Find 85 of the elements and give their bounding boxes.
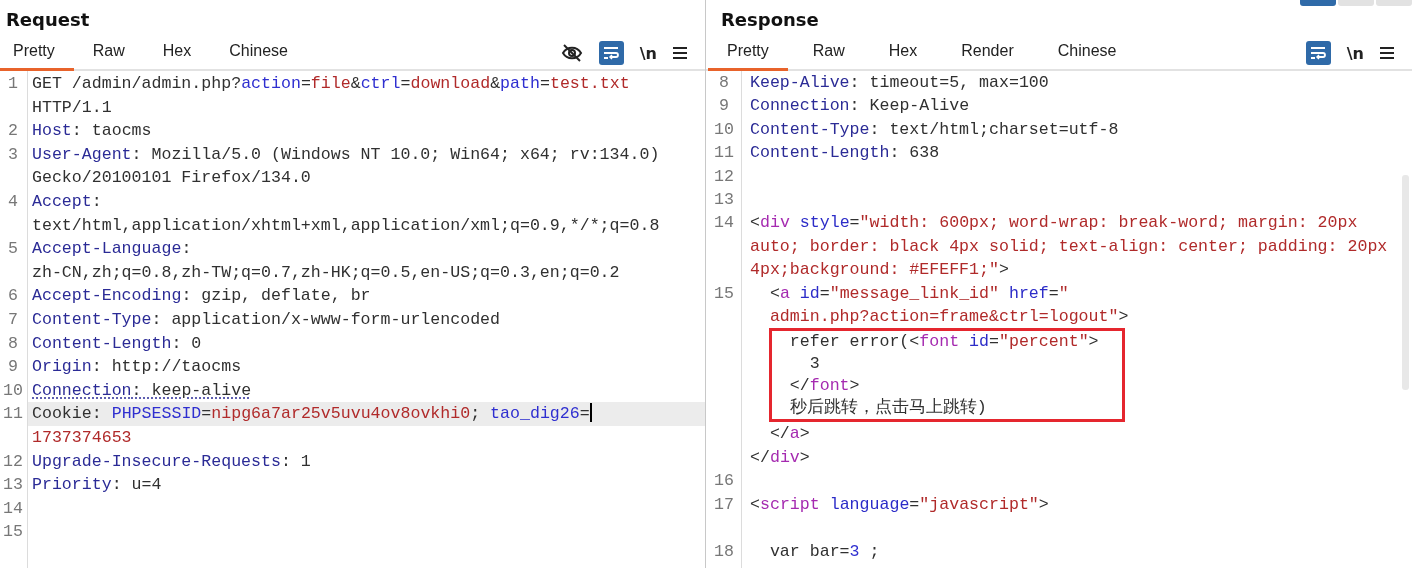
- newline-toggle[interactable]: \n: [639, 43, 657, 63]
- line-number: 13: [2, 474, 24, 497]
- tab[interactable]: Hex: [869, 37, 937, 71]
- code-line: admin.php?action=frame&ctrl=logout">: [768, 306, 1129, 329]
- line-number: 11: [713, 142, 735, 165]
- code-line: GET /admin/admin.php?action=file&ctrl=download&path=test.txt: [32, 73, 630, 95]
- line-number: 10: [713, 118, 735, 141]
- wrap-lines-icon: [603, 46, 620, 60]
- menu-icon[interactable]: [673, 46, 687, 60]
- code-line: Keep-Alive: timeout=5, max=100: [750, 72, 1049, 94]
- code-line: auto; border: black 4px solid; text-align: center; padding: 20px: [750, 235, 1388, 258]
- code-line: 4px;background: #EFEFF1;">: [750, 259, 1009, 282]
- panel-title: Request: [5, 8, 90, 32]
- code-line: Cookie: PHPSESSID=nipg6a7ar25v5uvu4ov8ovkhi0; tao_dig26=: [32, 402, 592, 426]
- code-line: <a id="message_link_id" href=": [768, 282, 1069, 305]
- code-line: Content-Length: 0: [32, 332, 202, 355]
- line-number: 9: [718, 95, 730, 118]
- line-number: 5: [7, 238, 19, 261]
- line-number: 12: [2, 450, 24, 473]
- line-number: 15: [713, 282, 735, 305]
- code-line: </a>: [768, 423, 810, 446]
- code-line: <div style="width: 600px; word-wrap: break-word; margin: 20px: [750, 212, 1358, 235]
- layout-toggle-button[interactable]: [1338, 0, 1374, 6]
- code-line: zh-CN,zh;q=0.8,zh-TW;q=0.7,zh-HK;q=0.5,en-US;q=0.3,en;q=0.2: [32, 261, 620, 284]
- tab[interactable]: Pretty: [708, 37, 788, 71]
- code-line: Accept-Language:: [32, 238, 192, 261]
- text-cursor: [589, 403, 592, 423]
- line-number: 16: [713, 470, 735, 493]
- line-number: 11: [2, 403, 24, 426]
- code-line: var bar=3 ;: [768, 540, 880, 563]
- code-line: </font>: [788, 375, 860, 398]
- code-line: 1737374653: [32, 426, 132, 449]
- line-number: 14: [713, 212, 735, 235]
- line-number: 1: [7, 73, 19, 95]
- eye-slash-icon[interactable]: [560, 43, 583, 63]
- tab[interactable]: Raw: [793, 37, 864, 71]
- line-number: 3: [7, 143, 19, 166]
- panel-title: Response: [720, 8, 819, 32]
- code-line: Connection: Keep-Alive: [750, 95, 970, 118]
- layout-toggle-button[interactable]: [1300, 0, 1336, 6]
- code-line: Priority: u=4: [32, 474, 162, 497]
- code-line: Gecko/20100101 Firefox/134.0: [32, 167, 311, 190]
- code-line: </div>: [750, 446, 810, 469]
- line-number: 18: [713, 540, 735, 563]
- line-number: 10: [2, 379, 24, 402]
- code-line: Content-Length: 638: [750, 142, 940, 165]
- wrap-lines-button[interactable]: [598, 41, 624, 65]
- layout-toggle-button[interactable]: [1376, 0, 1412, 6]
- tab[interactable]: Render: [942, 37, 1033, 71]
- tab[interactable]: Chinese: [216, 37, 307, 71]
- line-number: 12: [713, 165, 735, 188]
- line-number: 8: [718, 72, 730, 94]
- code-line: Accept-Encoding: gzip, deflate, br: [32, 285, 371, 308]
- line-number: 8: [7, 332, 19, 355]
- line-number: 15: [2, 521, 24, 544]
- line-number: 9: [7, 356, 19, 379]
- tab[interactable]: Pretty: [0, 37, 74, 71]
- line-number: 2: [7, 120, 19, 143]
- tab[interactable]: Raw: [79, 37, 144, 71]
- line-number: 6: [7, 285, 19, 308]
- wrap-lines-button[interactable]: [1305, 41, 1331, 65]
- line-number: 13: [713, 189, 735, 212]
- wrap-lines-icon: [1310, 46, 1327, 60]
- code-line: Origin: http://taocms: [32, 356, 242, 379]
- line-number: 14: [2, 497, 24, 520]
- code-line: Content-Type: text/html;charset=utf-8: [750, 118, 1119, 141]
- code-line: Accept:: [32, 190, 102, 213]
- code-line: Host: taocms: [32, 120, 152, 143]
- line-number: 7: [7, 308, 19, 331]
- tab[interactable]: Hex: [149, 37, 211, 71]
- code-line: refer error(<font id="percent">: [788, 331, 1099, 354]
- line-number: 17: [713, 493, 735, 516]
- tab[interactable]: Chinese: [1038, 37, 1136, 71]
- code-line: 3: [808, 353, 820, 376]
- code-line: 秒后跳转，点击马上跳转): [788, 397, 987, 420]
- menu-icon[interactable]: [1380, 46, 1394, 60]
- code-line: <script language="javascript">: [750, 493, 1049, 516]
- code-line: Connection: keep-alive: [32, 379, 252, 402]
- code-line: User-Agent: Mozilla/5.0 (Windows NT 10.0; Win64; x64; rv:134.0): [32, 143, 660, 166]
- line-number: 4: [7, 190, 19, 213]
- code-line: Upgrade-Insecure-Requests: 1: [32, 450, 311, 473]
- newline-toggle[interactable]: \n: [1346, 43, 1364, 63]
- code-line: text/html,application/xhtml+xml,application/xml;q=0.9,*/*;q=0.8: [32, 214, 660, 237]
- code-line: Content-Type: application/x-www-form-urlencoded: [32, 308, 501, 331]
- code-line: HTTP/1.1: [32, 96, 112, 119]
